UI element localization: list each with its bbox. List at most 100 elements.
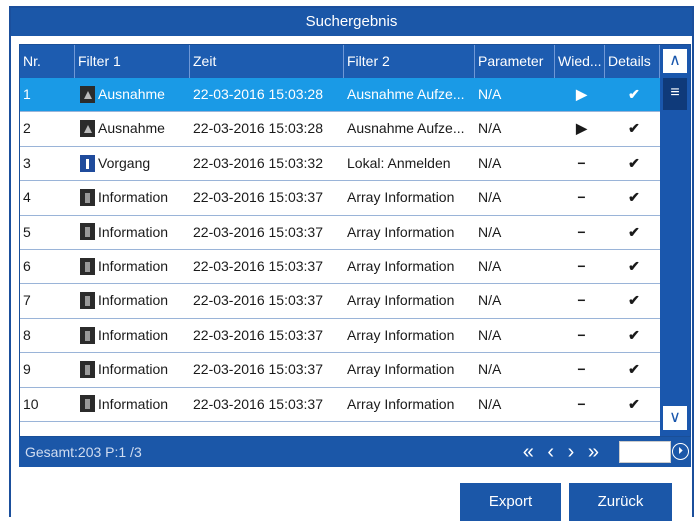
row-parameter: N/A xyxy=(478,154,502,171)
details-check-icon[interactable]: ✔ xyxy=(605,388,660,421)
table-row[interactable]: 9 Information 22-03-2016 15:03:37 Array Inf… xyxy=(20,353,660,388)
row-number: 7 xyxy=(23,292,31,309)
table-row[interactable]: 4 Information 22-03-2016 15:03:37 Array Inf… xyxy=(20,181,660,216)
row-time: 22-03-2016 15:03:37 xyxy=(193,395,323,412)
row-number: 8 xyxy=(23,326,31,343)
table-header: Nr. Filter 1 Zeit Filter 2 Parameter Wie… xyxy=(20,45,660,78)
vertical-scrollbar[interactable]: ∧ ≡ ∨ xyxy=(660,45,690,436)
row-number: 4 xyxy=(23,189,31,206)
row-parameter: N/A xyxy=(478,189,502,206)
table-row[interactable]: 1 Ausnahme 22-03-2016 15:03:28 Ausnahme Auf… xyxy=(20,78,660,113)
no-playback-icon: − xyxy=(577,292,586,309)
column-header-filter1[interactable]: Filter 1 xyxy=(75,45,190,78)
scroll-up-button[interactable]: ∧ xyxy=(662,48,688,74)
back-button[interactable]: Zurück xyxy=(569,483,672,521)
row-filter2: Array Information xyxy=(347,189,455,206)
column-header-nr[interactable]: Nr. xyxy=(20,45,75,78)
details-check-icon[interactable]: ✔ xyxy=(605,78,660,111)
table-row[interactable]: 7 Information 22-03-2016 15:03:37 Array Inf… xyxy=(20,284,660,319)
row-number: 6 xyxy=(23,257,31,274)
row-filter2: Array Information xyxy=(347,223,455,240)
details-check-icon[interactable]: ✔ xyxy=(605,250,660,283)
column-header-parameter[interactable]: Parameter xyxy=(475,45,555,78)
alarm-icon xyxy=(80,85,95,103)
details-check-icon[interactable]: ✔ xyxy=(605,319,660,352)
row-parameter: N/A xyxy=(478,395,502,412)
info-icon xyxy=(80,223,95,241)
row-number: 2 xyxy=(23,120,31,137)
table-body: 1 Ausnahme 22-03-2016 15:03:28 Ausnahme Auf… xyxy=(20,78,660,436)
row-filter1: Ausnahme xyxy=(75,78,190,111)
scroll-thumb[interactable]: ≡ xyxy=(663,78,687,110)
row-parameter: N/A xyxy=(478,326,502,343)
no-playback-icon: − xyxy=(577,326,586,343)
operation-icon xyxy=(80,154,95,172)
row-time: 22-03-2016 15:03:37 xyxy=(193,326,323,343)
table-row[interactable]: 3 Vorgang 22-03-2016 15:03:32 Lokal: Anmeld… xyxy=(20,146,660,182)
row-filter1: Information xyxy=(75,284,190,317)
row-number: 1 xyxy=(23,86,31,102)
info-icon xyxy=(80,360,95,378)
details-check-icon[interactable]: ✔ xyxy=(605,284,660,317)
table-row[interactable]: 5 Information 22-03-2016 15:03:37 Array Inf… xyxy=(20,215,660,250)
row-filter1: Information xyxy=(75,319,190,352)
row-filter2: Ausnahme Aufze... xyxy=(347,120,465,137)
row-filter2: Array Information xyxy=(347,292,455,309)
row-number: 3 xyxy=(23,154,31,171)
row-filter2: Array Information xyxy=(347,257,455,274)
row-filter1: Information xyxy=(75,388,190,421)
column-header-time[interactable]: Zeit xyxy=(190,45,344,78)
row-filter2: Ausnahme Aufze... xyxy=(347,86,465,102)
column-header-filter2[interactable]: Filter 2 xyxy=(344,45,475,78)
row-time: 22-03-2016 15:03:37 xyxy=(193,223,323,240)
row-time: 22-03-2016 15:03:28 xyxy=(193,86,323,102)
row-number: 10 xyxy=(23,395,39,412)
play-icon[interactable]: ▶ xyxy=(555,112,605,145)
details-check-icon[interactable]: ✔ xyxy=(605,353,660,386)
details-check-icon[interactable]: ✔ xyxy=(605,181,660,214)
table-row[interactable]: 8 Information 22-03-2016 15:03:37 Array Inf… xyxy=(20,318,660,354)
info-icon xyxy=(80,188,95,206)
play-icon[interactable]: ▶ xyxy=(555,78,605,111)
table-row[interactable]: 6 Information 22-03-2016 15:03:37 Array Inf… xyxy=(20,249,660,285)
row-number: 9 xyxy=(23,361,31,378)
total-count: Gesamt:203 P:1 /3 xyxy=(25,444,142,460)
details-check-icon[interactable]: ✔ xyxy=(605,216,660,249)
row-parameter: N/A xyxy=(478,292,502,309)
column-header-details[interactable]: Details xyxy=(605,45,660,78)
row-time: 22-03-2016 15:03:28 xyxy=(193,120,323,137)
row-filter2: Array Information xyxy=(347,395,455,412)
go-to-page-icon[interactable]: ⏵ xyxy=(672,443,689,460)
table-row[interactable]: 2 Ausnahme 22-03-2016 15:03:28 Ausnahme Auf… xyxy=(20,112,660,147)
row-parameter: N/A xyxy=(478,120,502,137)
page-number-input[interactable] xyxy=(619,441,671,463)
row-filter1: Ausnahme xyxy=(75,112,190,145)
dialog-title: Suchergebnis xyxy=(11,8,692,36)
row-filter2: Array Information xyxy=(347,326,455,343)
scroll-down-button[interactable]: ∨ xyxy=(662,405,688,431)
row-time: 22-03-2016 15:03:37 xyxy=(193,361,323,378)
column-header-playback[interactable]: Wied... xyxy=(555,45,605,78)
pagination-controls[interactable]: « ‹ › » xyxy=(523,437,603,467)
row-time: 22-03-2016 15:03:32 xyxy=(193,154,323,171)
info-icon xyxy=(80,292,95,310)
details-check-icon[interactable]: ✔ xyxy=(605,112,660,145)
row-parameter: N/A xyxy=(478,361,502,378)
alarm-icon xyxy=(80,120,95,138)
info-icon xyxy=(80,395,95,413)
info-icon xyxy=(80,257,95,275)
row-filter2: Array Information xyxy=(347,361,455,378)
row-filter1: Information xyxy=(75,181,190,214)
result-table: Nr. Filter 1 Zeit Filter 2 Parameter Wie… xyxy=(19,44,691,437)
row-time: 22-03-2016 15:03:37 xyxy=(193,189,323,206)
row-time: 22-03-2016 15:03:37 xyxy=(193,257,323,274)
no-playback-icon: − xyxy=(577,223,586,240)
row-parameter: N/A xyxy=(478,86,502,102)
row-number: 5 xyxy=(23,223,31,240)
details-check-icon[interactable]: ✔ xyxy=(605,147,660,180)
table-row[interactable]: 10 Information 22-03-2016 15:03:37 Array In… xyxy=(20,387,660,422)
row-parameter: N/A xyxy=(478,223,502,240)
search-result-dialog: Suchergebnis Nr. Filter 1 Zeit Filter 2 … xyxy=(9,6,694,521)
export-button[interactable]: Export xyxy=(460,483,561,521)
row-parameter: N/A xyxy=(478,257,502,274)
